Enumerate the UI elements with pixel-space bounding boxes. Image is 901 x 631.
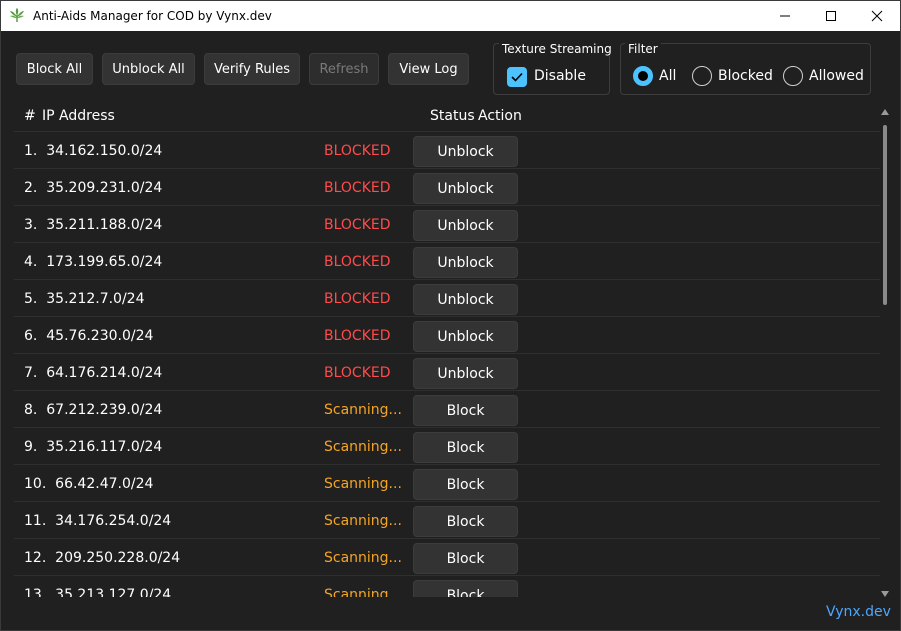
title-bar[interactable]: Anti-Aids Manager for COD by Vynx.dev: [1, 1, 900, 31]
filter-allowed-radio[interactable]: [783, 66, 803, 86]
block-button[interactable]: Block: [413, 580, 518, 597]
checkmark-icon: [511, 72, 523, 82]
disable-checkbox[interactable]: [507, 67, 527, 87]
block-button[interactable]: Block: [413, 469, 518, 500]
row-status: Scanning...: [324, 587, 402, 597]
table-row: 5. 35.212.7.0/24 BLOCKED Unblock: [14, 279, 880, 316]
unblock-button[interactable]: Unblock: [413, 284, 518, 315]
row-status: BLOCKED: [324, 291, 391, 307]
row-status: Scanning...: [324, 402, 402, 418]
ip-list[interactable]: 1. 34.162.150.0/24 BLOCKED Unblock 2. 35…: [14, 131, 880, 597]
close-icon: [871, 10, 883, 22]
vertical-scrollbar[interactable]: [880, 108, 890, 598]
row-index-ip: 9. 35.216.117.0/24: [24, 439, 163, 455]
scroll-up-icon[interactable]: [881, 108, 889, 116]
row-status: BLOCKED: [324, 217, 391, 233]
row-index-ip: 2. 35.209.231.0/24: [24, 180, 163, 196]
column-header-status: Status: [430, 108, 475, 124]
row-index-ip: 12. 209.250.228.0/24: [24, 550, 181, 566]
row-index-ip: 1. 34.162.150.0/24: [24, 143, 163, 159]
unblock-button[interactable]: Unblock: [413, 358, 518, 389]
block-button[interactable]: Block: [413, 543, 518, 574]
table-row: 6. 45.76.230.0/24 BLOCKED Unblock: [14, 316, 880, 353]
verify-rules-button[interactable]: Verify Rules: [204, 53, 300, 85]
row-status: BLOCKED: [324, 180, 391, 196]
row-status: Scanning...: [324, 513, 402, 529]
leaf-icon: [10, 8, 24, 22]
table-row: 2. 35.209.231.0/24 BLOCKED Unblock: [14, 168, 880, 205]
vynx-link[interactable]: Vynx.dev: [826, 604, 891, 620]
column-header-action: Action: [478, 108, 522, 124]
unblock-button[interactable]: Unblock: [413, 210, 518, 241]
row-index-ip: 5. 35.212.7.0/24: [24, 291, 145, 307]
row-index-ip: 4. 173.199.65.0/24: [24, 254, 163, 270]
row-index-ip: 3. 35.211.188.0/24: [24, 217, 163, 233]
block-all-button[interactable]: Block All: [16, 53, 93, 85]
filter-all-label[interactable]: All: [659, 68, 676, 84]
unblock-button[interactable]: Unblock: [413, 173, 518, 204]
disable-checkbox-label[interactable]: Disable: [534, 68, 586, 84]
window-title: Anti-Aids Manager for COD by Vynx.dev: [33, 9, 272, 23]
row-index-ip: 11. 34.176.254.0/24: [24, 513, 172, 529]
table-row: 13. 35.213.127.0/24 Scanning... Block: [14, 575, 880, 597]
filter-blocked-label[interactable]: Blocked: [718, 68, 773, 84]
texture-streaming-label: Texture Streaming: [499, 42, 615, 56]
filter-allowed-label[interactable]: Allowed: [809, 68, 864, 84]
row-index-ip: 10. 66.42.47.0/24: [24, 476, 154, 492]
filter-all-radio[interactable]: [633, 66, 653, 86]
unblock-button[interactable]: Unblock: [413, 247, 518, 278]
scroll-down-icon[interactable]: [881, 590, 889, 598]
minimize-button[interactable]: [762, 1, 808, 31]
row-index-ip: 8. 67.212.239.0/24: [24, 402, 163, 418]
filter-label: Filter: [625, 42, 661, 56]
column-header-ip: IP Address: [42, 108, 115, 124]
view-log-button[interactable]: View Log: [388, 53, 469, 85]
unblock-button[interactable]: Unblock: [413, 136, 518, 167]
row-index-ip: 6. 45.76.230.0/24: [24, 328, 154, 344]
block-button[interactable]: Block: [413, 432, 518, 463]
table-row: 9. 35.216.117.0/24 Scanning... Block: [14, 427, 880, 464]
minimize-icon: [780, 15, 790, 17]
block-button[interactable]: Block: [413, 395, 518, 426]
row-status: BLOCKED: [324, 328, 391, 344]
table-row: 11. 34.176.254.0/24 Scanning... Block: [14, 501, 880, 538]
table-row: 1. 34.162.150.0/24 BLOCKED Unblock: [14, 131, 880, 168]
filter-blocked-radio[interactable]: [692, 66, 712, 86]
row-index-ip: 7. 64.176.214.0/24: [24, 365, 163, 381]
row-index-ip: 13. 35.213.127.0/24: [24, 587, 172, 597]
row-status: BLOCKED: [324, 143, 391, 159]
table-row: 3. 35.211.188.0/24 BLOCKED Unblock: [14, 205, 880, 242]
column-header-number: #: [24, 108, 36, 124]
app-window: Anti-Aids Manager for COD by Vynx.dev Bl…: [0, 0, 901, 631]
row-status: Scanning...: [324, 550, 402, 566]
block-button[interactable]: Block: [413, 506, 518, 537]
scrollbar-thumb[interactable]: [883, 125, 887, 305]
refresh-button[interactable]: Refresh: [309, 53, 379, 85]
maximize-icon: [826, 11, 836, 21]
unblock-all-button[interactable]: Unblock All: [102, 53, 195, 85]
table-row: 7. 64.176.214.0/24 BLOCKED Unblock: [14, 353, 880, 390]
row-status: BLOCKED: [324, 254, 391, 270]
row-status: Scanning...: [324, 476, 402, 492]
table-row: 4. 173.199.65.0/24 BLOCKED Unblock: [14, 242, 880, 279]
table-row: 8. 67.212.239.0/24 Scanning... Block: [14, 390, 880, 427]
maximize-button[interactable]: [808, 1, 854, 31]
close-button[interactable]: [854, 1, 900, 31]
table-row: 10. 66.42.47.0/24 Scanning... Block: [14, 464, 880, 501]
unblock-button[interactable]: Unblock: [413, 321, 518, 352]
row-status: Scanning...: [324, 439, 402, 455]
table-row: 12. 209.250.228.0/24 Scanning... Block: [14, 538, 880, 575]
row-status: BLOCKED: [324, 365, 391, 381]
